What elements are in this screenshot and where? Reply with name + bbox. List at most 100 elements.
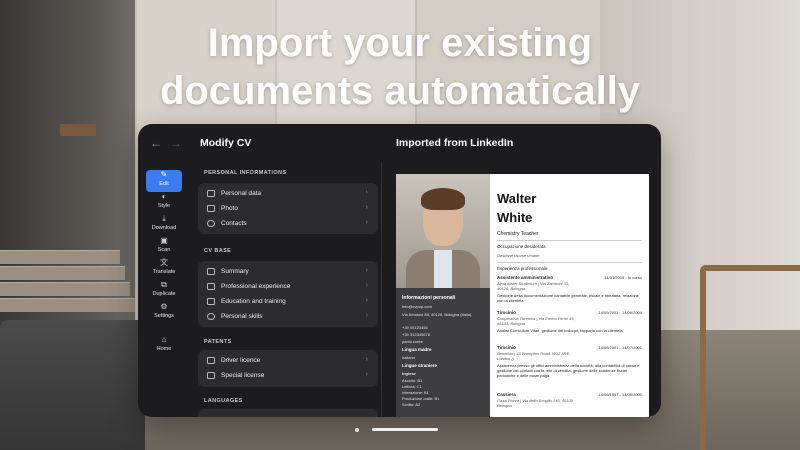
- cv-job-place-3: Benetton | 15 Brompton Road, W12 8RE, Lo…: [497, 351, 577, 361]
- cv-first-name: Walter: [497, 190, 536, 208]
- editor-title: Modify CV: [200, 137, 251, 149]
- group-patents: Driver licence› Special license›: [198, 350, 378, 387]
- menu-item-photo[interactable]: Photo›: [198, 201, 378, 216]
- pane-divider: [381, 162, 382, 417]
- cv-job-place-4: Pizza Pozza | Via dello Scoglio 146, 401…: [497, 398, 577, 408]
- menu-item-professional-experience[interactable]: Professional experience ›: [198, 279, 378, 294]
- cv-lang-level: Produzione orale: B1: [402, 396, 439, 401]
- headline-line-1: Import your existing: [0, 20, 800, 66]
- cv-job-desc-3: Assistenza presso gli uffici amministrat…: [497, 363, 642, 378]
- cv-job-date-2: 14/09/2001 - 14/06/2004: [598, 310, 642, 315]
- rail-label: Home: [146, 345, 182, 353]
- menu-label: Summary: [221, 268, 249, 275]
- background-stair: [0, 282, 130, 296]
- rail-label: Download: [146, 224, 182, 232]
- tool-rail: ✎ Edit ◐ Style ⤓ Download ▣ Scan 文 Trans…: [138, 162, 190, 417]
- cv-desired-heading: Occupazione desiderata: [497, 244, 546, 249]
- cv-lang-level: Interazione: B1: [402, 390, 429, 395]
- menu-item-special-license[interactable]: Special license›: [198, 368, 378, 383]
- id-card-icon: [207, 190, 215, 197]
- group-languages: [198, 409, 378, 417]
- chevron-right-icon: ›: [366, 371, 368, 378]
- cv-desired: Gestione risorse umane: [497, 253, 539, 258]
- cv-mother-lang-heading: Lingua madre: [402, 347, 432, 352]
- menu-item-driver-licence[interactable]: Driver licence›: [198, 353, 378, 368]
- title-bar: ← → Modify CV Imported from LinkedIn: [138, 124, 661, 162]
- menu-item-personal-skills[interactable]: Personal skills ›: [198, 309, 378, 324]
- group-cvbase: Summary › Professional experience › Educat…: [198, 261, 378, 327]
- cv-contact-phone: +39 05123456: [402, 325, 428, 330]
- rail-label: Scan: [146, 246, 182, 254]
- rail-item-style[interactable]: ◐ Style: [146, 192, 182, 214]
- cv-job-title-1: Assistente amministrativo: [497, 275, 553, 280]
- rail-item-settings[interactable]: ⚙ Settings: [146, 302, 182, 324]
- cv-job-date-1: 14/01/2005 - In corso: [604, 275, 642, 280]
- cv-last-name: White: [497, 209, 532, 227]
- chevron-right-icon: ›: [366, 297, 368, 304]
- cv-mother-lang: Italiano: [402, 355, 415, 360]
- cv-job-title-2: Tirocinio: [497, 310, 516, 315]
- scan-icon: ▣: [146, 236, 182, 246]
- chevron-right-icon: ›: [366, 267, 368, 274]
- cv-job-title-4: Cassiera: [497, 392, 516, 397]
- cv-contact-mobile: +39 312345678: [402, 332, 430, 337]
- chevron-right-icon: ›: [366, 312, 368, 319]
- rail-label: Edit: [146, 180, 182, 188]
- chevron-right-icon: ›: [366, 219, 368, 226]
- cv-job-desc-2: Analisi Curriculum Vitae, gestione dei c…: [497, 328, 642, 333]
- palette-icon: ◐: [146, 192, 182, 202]
- background-sofa: [0, 320, 145, 450]
- menu-item-personal-data[interactable]: Personal data›: [198, 186, 378, 201]
- cv-foreign-lang: Inglese: [402, 371, 416, 376]
- menu-item-contacts[interactable]: Contacts ›: [198, 216, 378, 231]
- cv-lang-level: Ascolto: B1: [402, 378, 422, 383]
- background-stair: [0, 266, 125, 280]
- rail-item-edit[interactable]: ✎ Edit: [146, 170, 182, 192]
- briefcase-icon: [207, 283, 215, 290]
- menu-item-summary[interactable]: Summary ›: [198, 264, 378, 279]
- menu-label: Contacts: [221, 220, 247, 227]
- cv-job-date-4: 14/06/1997 - 14/05/2000: [598, 392, 642, 397]
- cv-info-heading: Informazioni personali: [402, 295, 455, 301]
- menu-label: Personal skills: [221, 313, 263, 320]
- background-stair: [0, 298, 135, 312]
- background-stair: [0, 250, 120, 264]
- cv-contact-email: info@cvpop.com: [402, 304, 432, 309]
- section-title-patents: PATENTS: [204, 339, 232, 345]
- cv-foreign-lang-heading: Lingue straniere: [402, 363, 437, 368]
- cv-job-date-3: 14/06/2001 - 14/07/2001: [598, 345, 642, 350]
- chevron-right-icon: ›: [366, 356, 368, 363]
- arrow-left-icon[interactable]: ←: [150, 136, 162, 150]
- cv-photo: [396, 174, 490, 288]
- graduation-cap-icon: [207, 298, 215, 305]
- menu-item-education[interactable]: Education and training›: [198, 294, 378, 309]
- photo-shirt: [434, 250, 452, 288]
- chevron-right-icon: ›: [366, 204, 368, 211]
- gear-icon: ⚙: [146, 302, 182, 312]
- cv-left-column: Informazioni personali info@cvpop.com Vi…: [396, 174, 490, 417]
- license-icon: [207, 372, 215, 379]
- edit-icon: ✎: [146, 170, 182, 180]
- cv-lang-level: Scritto: A2: [402, 402, 420, 407]
- rail-item-download[interactable]: ⤓ Download: [146, 214, 182, 236]
- rail-item-home[interactable]: ⌂ Home: [146, 335, 182, 357]
- car-icon: [207, 357, 215, 364]
- arrow-right-icon[interactable]: →: [170, 136, 182, 150]
- group-personal: Personal data› Photo› Contacts ›: [198, 183, 378, 234]
- photo-icon: [207, 205, 215, 212]
- rail-label: Translate: [146, 268, 182, 276]
- cv-right-column: Walter White Chemistry Teacher Occupazio…: [490, 174, 649, 417]
- rail-label: Settings: [146, 312, 182, 320]
- section-title-languages: LANGUAGES: [204, 398, 243, 404]
- chevron-right-icon: ›: [366, 282, 368, 289]
- rail-item-translate[interactable]: 文 Translate: [146, 258, 182, 280]
- photo-hair: [421, 188, 465, 210]
- rail-label: Duplicate: [146, 290, 182, 298]
- editor-sidebar: PERSONAL INFORMATIONS Personal data› Pho…: [198, 162, 378, 417]
- menu-label: Professional experience: [221, 283, 290, 290]
- phone-icon: [207, 220, 215, 227]
- cv-job-title-3: Tirocinio: [497, 345, 516, 350]
- rail-item-duplicate[interactable]: ⧉ Duplicate: [146, 280, 182, 302]
- rail-item-scan[interactable]: ▣ Scan: [146, 236, 182, 258]
- home-indicator[interactable]: [372, 428, 438, 431]
